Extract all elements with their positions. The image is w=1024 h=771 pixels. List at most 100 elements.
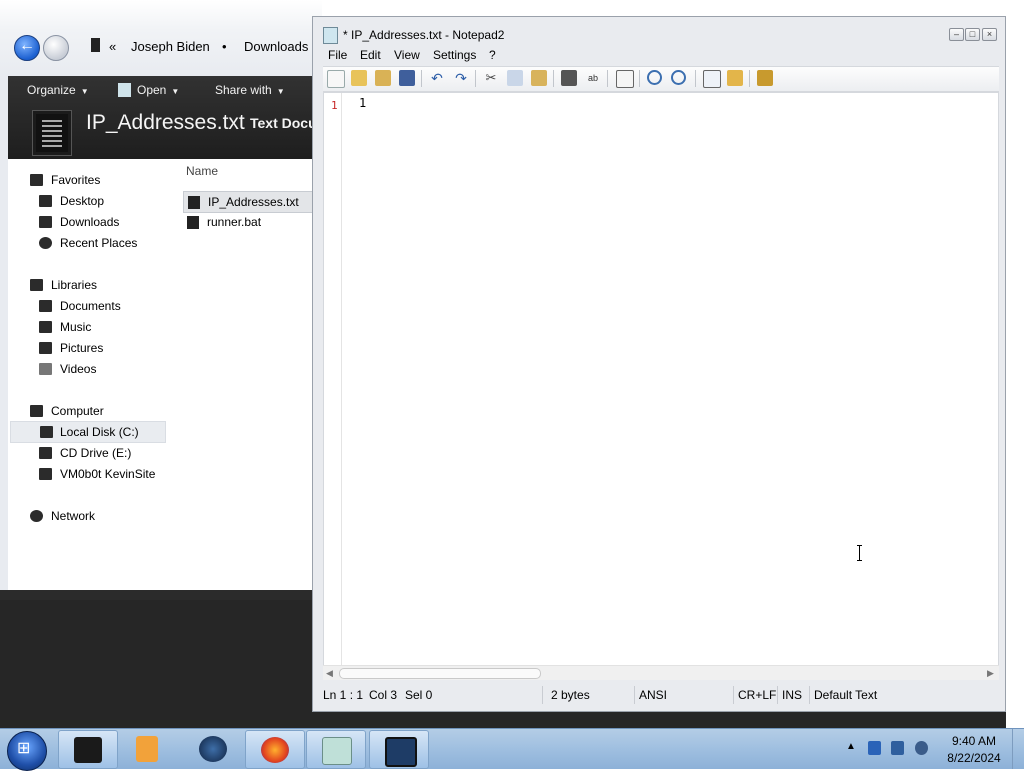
cut-icon[interactable]: ✂: [483, 70, 499, 86]
notepad2-icon: [322, 737, 352, 765]
word-wrap-icon[interactable]: [616, 70, 634, 88]
editor-content[interactable]: 1: [359, 96, 366, 110]
zoom-out-icon[interactable]: [671, 70, 686, 85]
show-hidden-icons[interactable]: ▲: [846, 741, 856, 752]
horizontal-scrollbar[interactable]: ◀ ▶: [323, 665, 999, 680]
exit-icon[interactable]: [757, 70, 773, 86]
minimize-button[interactable]: –: [949, 28, 964, 41]
text-file-icon: [188, 196, 200, 209]
taskbar-remote-desktop[interactable]: [369, 730, 429, 769]
clock-date[interactable]: 8/22/2024: [944, 751, 1004, 765]
status-line-col: Ln 1 : 1: [323, 688, 364, 702]
paste-icon[interactable]: [531, 70, 547, 86]
text-editor[interactable]: 1 1: [323, 92, 999, 666]
taskbar-notepad2[interactable]: [306, 730, 366, 769]
document-preview-icon: [32, 110, 72, 156]
media-player-icon: [136, 736, 158, 762]
recent-places-icon: [39, 237, 52, 249]
taskbar-media-player[interactable]: [118, 730, 176, 767]
back-button[interactable]: ←: [14, 35, 40, 61]
column-header-name[interactable]: Name: [186, 164, 218, 178]
undo-icon[interactable]: ↶: [429, 70, 445, 86]
menu-help[interactable]: ?: [489, 48, 496, 62]
shield-icon[interactable]: [868, 741, 881, 755]
share-with-button[interactable]: Share with ▼: [215, 83, 285, 97]
pictures-icon: [39, 342, 52, 354]
open-label: Open: [137, 83, 167, 97]
explorer-window: ← « Joseph Biden • Downloads Organize ▼ O…: [0, 0, 322, 600]
explorer-toolbar: Organize ▼ Open ▼ Share with ▼ IP_Addresses…: [8, 76, 322, 159]
menu-file[interactable]: File: [328, 48, 347, 62]
customize-scheme-icon[interactable]: [727, 70, 743, 86]
file-row[interactable]: IP_Addresses.txt: [183, 191, 315, 213]
monitor-icon: [385, 737, 417, 767]
documents-icon: [39, 300, 52, 312]
line-number: 1: [331, 99, 338, 112]
notepad-titlebar[interactable]: * IP_Addresses.txt - Notepad2 – □ ×: [313, 17, 1005, 45]
batch-file-icon: [187, 216, 199, 229]
menu-view[interactable]: View: [394, 48, 420, 62]
network-tray-icon[interactable]: [891, 741, 904, 755]
desktop-background-strip: [312, 712, 1024, 728]
line-number-gutter: 1: [324, 93, 342, 665]
scheme-icon[interactable]: [703, 70, 721, 88]
browse-icon[interactable]: [375, 70, 391, 86]
status-eol[interactable]: CR+LF: [734, 686, 778, 704]
taskbar-explorer[interactable]: [58, 730, 118, 769]
music-icon: [39, 321, 52, 333]
breadcrumb-overflow[interactable]: «: [109, 39, 116, 54]
address-folder-icon: [91, 38, 100, 52]
menu-bar: File Edit View Settings ?: [313, 47, 1005, 65]
forward-button[interactable]: [43, 35, 69, 61]
desktop-background: [0, 600, 312, 728]
status-insert-mode[interactable]: INS: [778, 686, 810, 704]
redo-icon[interactable]: ↷: [453, 70, 469, 86]
scroll-right-icon[interactable]: ▶: [987, 668, 994, 679]
share-with-label: Share with: [215, 83, 272, 97]
copy-icon[interactable]: [507, 70, 523, 86]
maximize-button[interactable]: □: [965, 28, 980, 41]
network-icon: [30, 510, 43, 522]
breadcrumb-user[interactable]: Joseph Biden: [131, 39, 210, 54]
notepad-app-icon[interactable]: [323, 27, 338, 44]
replace-icon[interactable]: ab: [585, 70, 601, 86]
breadcrumb-downloads[interactable]: Downloads: [244, 39, 308, 54]
organize-button[interactable]: Organize ▼: [27, 83, 89, 97]
save-icon[interactable]: [399, 70, 415, 86]
back-arrow-icon: ←: [19, 37, 35, 54]
file-row[interactable]: runner.bat: [183, 212, 313, 232]
start-button[interactable]: ⊞: [7, 731, 47, 771]
open-button[interactable]: Open ▼: [118, 83, 179, 97]
explorer-icon: [74, 737, 102, 763]
scrollbar-thumb[interactable]: [339, 668, 541, 679]
open-folder-icon[interactable]: [351, 70, 367, 86]
scroll-left-icon[interactable]: ◀: [326, 668, 333, 679]
find-icon[interactable]: [561, 70, 577, 86]
zoom-in-icon[interactable]: [647, 70, 662, 85]
menu-settings[interactable]: Settings: [433, 48, 476, 62]
nav-local-disk[interactable]: Local Disk (C:): [10, 421, 166, 443]
menu-edit[interactable]: Edit: [360, 48, 381, 62]
status-encoding[interactable]: ANSI: [635, 686, 734, 704]
new-file-icon[interactable]: [327, 70, 345, 88]
status-col: Col 3: [369, 688, 398, 702]
desktop-edge: [1006, 0, 1024, 728]
computer-icon: [30, 405, 43, 417]
close-button[interactable]: ×: [982, 28, 997, 41]
clock-time[interactable]: 9:40 AM: [944, 734, 1004, 748]
status-selection: Sel 0: [401, 686, 543, 704]
taskbar-globe[interactable]: [184, 730, 242, 767]
videos-icon: [39, 363, 52, 375]
taskbar-firefox[interactable]: [245, 730, 305, 769]
show-desktop-button[interactable]: [1012, 729, 1024, 769]
volume-icon[interactable]: [915, 741, 928, 755]
windows-logo-icon: ⊞: [17, 740, 31, 757]
status-scheme[interactable]: Default Text: [810, 686, 970, 704]
local-disk-icon: [40, 426, 53, 438]
network-drive-icon: [39, 468, 52, 480]
address-bar[interactable]: « Joseph Biden • Downloads: [86, 34, 322, 60]
status-size: 2 bytes: [547, 686, 635, 704]
firefox-icon: [261, 737, 289, 763]
window-title: * IP_Addresses.txt - Notepad2: [343, 28, 505, 42]
explorer-bottom-edge: [0, 590, 322, 600]
